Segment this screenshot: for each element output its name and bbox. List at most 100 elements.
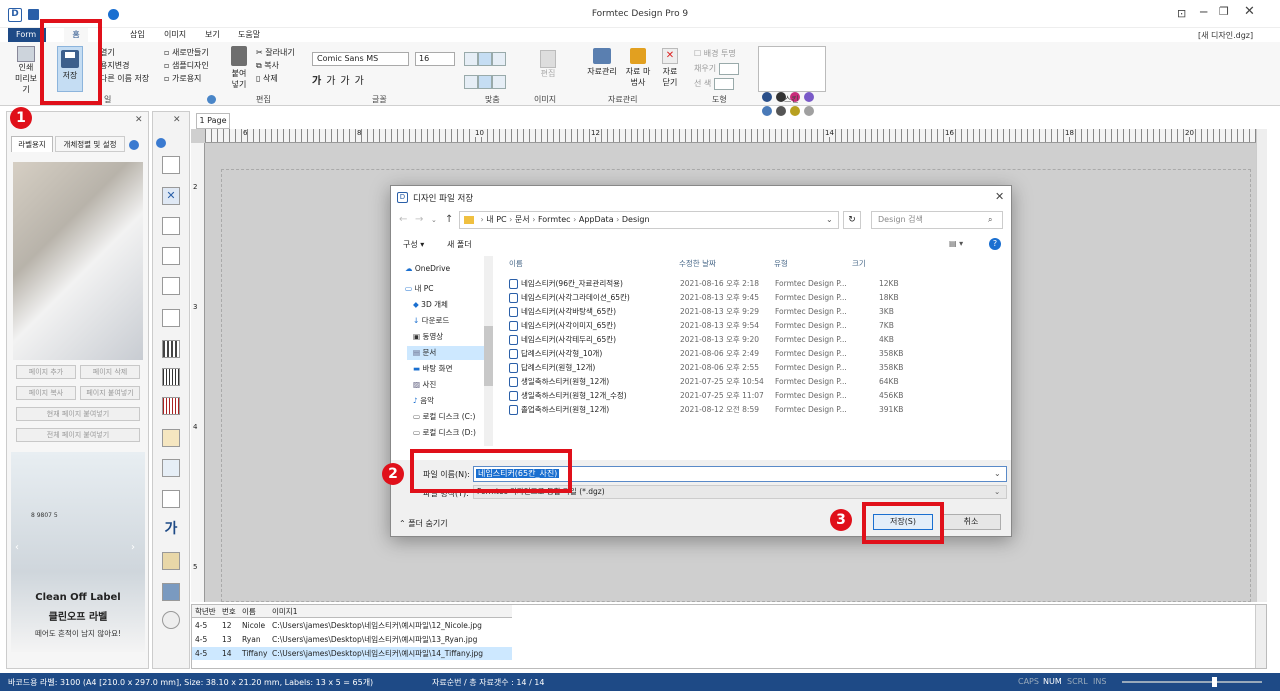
align-bottom-icon[interactable]: [492, 52, 506, 66]
paste-all-pages-button[interactable]: 전체 페이지 붙여넣기: [16, 428, 140, 442]
minimize-button[interactable]: ─: [1200, 5, 1207, 19]
underline-button[interactable]: 가: [340, 76, 354, 87]
save-as-item[interactable]: 다른 이름 저장: [100, 72, 149, 85]
list-tool-icon[interactable]: [162, 490, 180, 508]
paste-page-button[interactable]: 페이지 붙여넣기: [80, 386, 140, 400]
file-row[interactable]: 네임스티커(사각바탕색_65칸) 2021-08-13 오후 9:29 Form…: [509, 305, 894, 318]
new-folder-button[interactable]: 새 폴더: [447, 239, 472, 250]
qrcode-tool-icon[interactable]: [162, 340, 180, 358]
calendar-tool-icon[interactable]: [162, 247, 180, 265]
select-tool-icon[interactable]: [162, 156, 180, 174]
file-row[interactable]: 네임스티커(사각테두리_65칸) 2021-08-13 오후 9:20 Form…: [509, 333, 894, 346]
nav-videos[interactable]: ▣ 동영상: [413, 330, 443, 344]
col-name[interactable]: 이름: [509, 256, 523, 272]
hide-folders-toggle[interactable]: ⌃ 폴더 숨기기: [399, 518, 448, 529]
recent-dropdown-icon[interactable]: ⌄: [431, 216, 437, 224]
skin-swatch-8[interactable]: [804, 106, 814, 116]
nav-3d-objects[interactable]: ◆ 3D 개체: [413, 298, 448, 312]
text-tool-icon[interactable]: 가: [162, 518, 180, 538]
canvas-vscrollbar[interactable]: [1256, 129, 1267, 602]
file-row[interactable]: 답례스티커(원형_12개) 2021-08-06 오후 2:55 Formtec…: [509, 361, 903, 374]
bold-button[interactable]: 가: [312, 76, 326, 87]
sample-design-item[interactable]: ▫ 샘플디자인: [164, 59, 209, 72]
page-tab[interactable]: 1 Page: [196, 113, 230, 129]
skin-swatch-6[interactable]: [776, 106, 786, 116]
table-tool-icon[interactable]: [162, 217, 180, 235]
view-options-icon[interactable]: ▤ ▾: [949, 239, 963, 248]
nav-drive-c[interactable]: ▭ 로컬 디스크 (C:): [413, 410, 475, 424]
refresh-button[interactable]: ↻: [843, 211, 861, 229]
maximize-button[interactable]: ❐: [1219, 5, 1229, 18]
dialog-close-button[interactable]: ✕: [995, 190, 1004, 203]
grid-vscrollbar[interactable]: [1255, 605, 1266, 668]
italic-button[interactable]: 가: [326, 76, 340, 87]
forward-icon[interactable]: →: [415, 214, 423, 225]
col-date[interactable]: 수정한 날짜: [679, 256, 716, 272]
dialog-cancel-button[interactable]: 취소: [941, 514, 1001, 530]
nav-scrollbar[interactable]: [484, 256, 493, 446]
tab-view[interactable]: 보기: [205, 28, 220, 42]
toolstrip-close-icon[interactable]: ✕: [173, 115, 181, 125]
new-item[interactable]: ▫ 새로만들기: [164, 46, 209, 59]
image-edit-button[interactable]: 편집: [540, 50, 556, 79]
up-icon[interactable]: ↑: [445, 214, 453, 225]
align-top-icon[interactable]: [464, 52, 478, 66]
zoom-slider-thumb[interactable]: [1212, 677, 1217, 687]
fill-item[interactable]: 채우기: [694, 61, 739, 76]
address-dropdown-icon[interactable]: ⌄: [826, 212, 833, 228]
tab-label-paper[interactable]: 라벨용지: [11, 136, 53, 152]
tab-insert[interactable]: 삽입: [130, 28, 145, 42]
search-input[interactable]: Design 검색 ⌕: [871, 211, 1003, 229]
barcode-tool-icon[interactable]: [162, 368, 180, 386]
file-row[interactable]: 졸업축하스티커(원형_12개) 2021-08-12 오전 8:59 Formt…: [509, 403, 903, 416]
quick-access-icon[interactable]: [108, 9, 119, 20]
disc-tool-icon[interactable]: [162, 611, 180, 629]
nav-pictures[interactable]: ▨ 사진: [413, 378, 436, 392]
ad-banner[interactable]: 8 9807 5 ‹ › Clean Off Label 클린오프 라벨 떼어도…: [11, 452, 145, 652]
skin-gallery[interactable]: [758, 46, 826, 92]
quick-save-icon[interactable]: [28, 9, 39, 20]
landscape-item[interactable]: ▫ 가로용지: [164, 72, 209, 85]
skin-swatch-7[interactable]: [790, 106, 800, 116]
group-expand-icon[interactable]: [207, 95, 216, 104]
back-icon[interactable]: ←: [399, 214, 407, 225]
align-right-icon[interactable]: [492, 75, 506, 89]
file-row[interactable]: 생일축하스티커(원형_12개) 2021-07-25 오후 10:54 Form…: [509, 375, 899, 388]
restore-ribbon-icon[interactable]: ⊡: [1177, 7, 1186, 20]
align-center-icon[interactable]: [478, 75, 492, 89]
table-row[interactable]: 4-5 12 Nicole C:\Users\james\Desktop\네임스…: [192, 619, 512, 632]
table-row[interactable]: 4-5 14 Tiffany C:\Users\james\Desktop\네임…: [192, 647, 512, 660]
paste-current-page-button[interactable]: 현재 페이지 붙여넣기: [16, 407, 140, 421]
filetype-dropdown-icon[interactable]: ⌄: [994, 486, 1000, 498]
add-page-button[interactable]: 페이지 추가: [16, 365, 76, 379]
close-button[interactable]: ✕: [1244, 4, 1255, 19]
photo-tool-icon[interactable]: [162, 583, 180, 601]
file-row[interactable]: 네임스티커(사각그라데이션_65칸) 2021-08-13 오후 9:45 Fo…: [509, 291, 899, 304]
image-tool-icon[interactable]: [162, 552, 180, 570]
text-shape-tool-icon[interactable]: [162, 309, 180, 327]
panel-nav-icon[interactable]: [129, 140, 139, 150]
strike-button[interactable]: 가: [355, 76, 369, 87]
file-row[interactable]: 답례스티커(사각형_10개) 2021-08-06 오후 2:49 Formte…: [509, 347, 903, 360]
filename-dropdown-icon[interactable]: ⌄: [994, 467, 1001, 481]
delete-page-button[interactable]: 페이지 삭제: [80, 365, 140, 379]
grid-tool-icon[interactable]: [162, 459, 180, 477]
nav-documents[interactable]: ▤ 문서: [407, 346, 485, 360]
data-close-button[interactable]: ✕ 자료 닫기: [658, 48, 682, 88]
nav-desktop[interactable]: ▬ 바탕 화면: [413, 362, 452, 376]
help-icon[interactable]: ?: [989, 238, 1001, 250]
tab-help[interactable]: 도움말: [238, 28, 260, 42]
tab-object-align[interactable]: 개체정렬 및 설정: [55, 136, 125, 152]
nav-downloads[interactable]: ↓ 다운로드: [413, 314, 449, 328]
nav-onedrive[interactable]: ☁ OneDrive: [405, 262, 450, 276]
nav-this-pc[interactable]: ▭ 내 PC: [405, 282, 434, 296]
skin-swatch-1[interactable]: [762, 92, 772, 102]
col-size[interactable]: 크기: [852, 256, 866, 272]
file-row[interactable]: 네임스티커(사각이미지_65칸) 2021-08-13 오후 9:54 Form…: [509, 319, 894, 332]
file-row[interactable]: 네임스티커(96칸_자료관리적용) 2021-08-16 오후 2:18 For…: [509, 277, 899, 290]
col-type[interactable]: 유형: [774, 256, 788, 272]
organize-menu[interactable]: 구성 ▾: [403, 239, 424, 250]
change-paper-item[interactable]: 용지변경: [100, 59, 149, 72]
data-manage-button[interactable]: 자료관리: [584, 48, 620, 77]
ad-prev-icon[interactable]: ‹: [15, 542, 19, 553]
